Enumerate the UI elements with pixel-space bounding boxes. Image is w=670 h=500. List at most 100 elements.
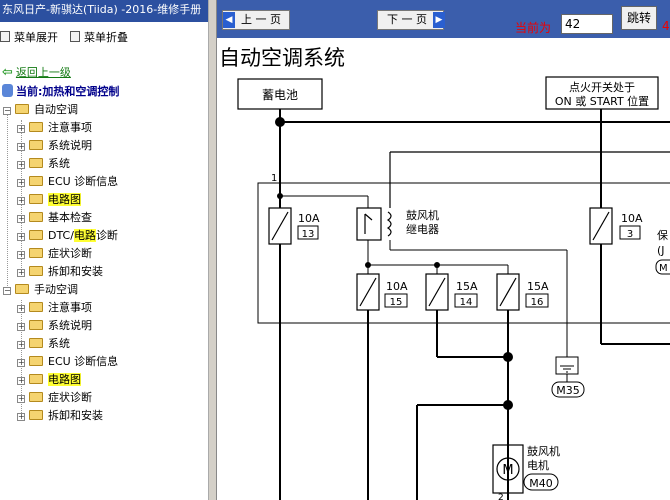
folder-icon xyxy=(29,338,43,348)
relay-label-line1: 鼓风机 xyxy=(406,208,439,222)
fuse-rating: 10A xyxy=(386,280,408,293)
tree-item[interactable]: + 系统 xyxy=(17,155,70,173)
prev-page-button[interactable]: ◀ 上 一 页 xyxy=(222,10,290,30)
expand-icon[interactable]: + xyxy=(17,197,25,205)
expand-icon[interactable]: + xyxy=(17,359,25,367)
page-label: 当前为 xyxy=(515,21,552,35)
tree-item[interactable]: + 基本检查 xyxy=(17,209,92,227)
expand-icon[interactable]: + xyxy=(17,413,25,421)
tree-item[interactable]: + 注意事项 xyxy=(17,119,92,137)
relay-coil xyxy=(386,211,392,237)
jump-button[interactable]: 跳转 xyxy=(621,6,657,30)
fuse-number: 15 xyxy=(390,297,403,308)
wire-label: 2 xyxy=(498,493,504,500)
folder-icon xyxy=(29,266,43,276)
tree-item[interactable]: + 系统说明 xyxy=(17,137,92,155)
tree-item[interactable]: + 症状诊断 xyxy=(17,389,92,407)
fuse-symbol xyxy=(271,211,289,241)
expand-icon[interactable]: + xyxy=(17,179,25,187)
prev-arrow-icon: ◀ xyxy=(223,12,235,28)
back-link[interactable]: ⇦ 返回上一级 xyxy=(2,66,71,80)
tree-item-wiring-diagram-active[interactable]: + 电路图 xyxy=(17,191,81,209)
next-page-button[interactable]: 下 一 页 ▶ xyxy=(377,10,445,30)
ignition-label-line1: 点火开关处于 xyxy=(569,80,635,94)
tree-item[interactable]: + 拆卸和安装 xyxy=(17,407,103,425)
tree-item[interactable]: + ECU 诊断信息 xyxy=(17,173,118,191)
menu-collapse-button[interactable]: 菜单折叠 xyxy=(70,30,128,46)
tree-item[interactable]: + 系统 xyxy=(17,335,70,353)
fuse-symbol xyxy=(359,277,377,307)
fuse-symbol xyxy=(499,277,517,307)
folder-icon xyxy=(29,140,43,150)
fuse-number: 16 xyxy=(531,297,544,308)
fuse-number: 13 xyxy=(302,229,315,240)
expand-icon[interactable]: + xyxy=(17,305,25,313)
menu-bar: 菜单展开 菜单折叠 xyxy=(0,30,208,46)
fuse-rating: 15A xyxy=(456,280,478,293)
relay-label-line2: 继电器 xyxy=(406,223,439,236)
folder-icon xyxy=(29,392,43,402)
folder-icon xyxy=(29,158,43,168)
folder-icon xyxy=(29,212,43,222)
fuse-rating: 10A xyxy=(298,212,320,225)
fuse-number: 14 xyxy=(460,297,473,308)
folder-icon xyxy=(29,356,43,366)
user-icon xyxy=(2,84,13,97)
folder-icon xyxy=(29,122,43,132)
tree-group-manual-ac[interactable]: − 手动空调 xyxy=(3,281,78,299)
expand-icon[interactable]: + xyxy=(17,233,25,241)
expand-icon[interactable]: + xyxy=(17,377,25,385)
menu-expand-icon xyxy=(0,31,10,42)
folder-icon xyxy=(29,230,43,240)
tree-item[interactable]: + 系统说明 xyxy=(17,317,92,335)
tree-item[interactable]: + ECU 诊断信息 xyxy=(17,353,118,371)
partial-label: 保 xyxy=(657,228,668,242)
ignition-label-line2: ON 或 START 位置 xyxy=(555,94,649,108)
fuse-rating: 15A xyxy=(527,280,549,293)
expand-icon[interactable]: + xyxy=(17,323,25,331)
fuse-number: 3 xyxy=(627,229,633,240)
tree-group-auto-ac[interactable]: − 自动空调 xyxy=(3,101,78,119)
expand-icon[interactable]: + xyxy=(17,161,25,169)
expand-icon[interactable]: + xyxy=(17,395,25,403)
tree-item[interactable]: + 注意事项 xyxy=(17,299,92,317)
motor-label-line1: 鼓风机 xyxy=(527,444,560,458)
folder-icon xyxy=(29,248,43,258)
folder-icon xyxy=(29,194,43,204)
menu-collapse-icon xyxy=(70,31,80,42)
collapse-icon[interactable]: − xyxy=(3,287,11,295)
tree-item[interactable]: + 拆卸和安装 xyxy=(17,263,103,281)
expand-icon[interactable]: + xyxy=(17,215,25,223)
motor-symbol: M xyxy=(502,463,513,478)
expand-icon[interactable]: + xyxy=(17,269,25,277)
relay-box xyxy=(356,207,382,241)
folder-open-icon xyxy=(15,284,29,294)
battery-label: 蓄电池 xyxy=(262,88,298,102)
folder-icon xyxy=(29,410,43,420)
motor-label-line2: 电机 xyxy=(527,458,549,472)
wire-label: 1 xyxy=(271,173,277,184)
folder-icon xyxy=(29,374,43,384)
tree-item[interactable]: + DTC/电路诊断 xyxy=(17,227,118,245)
menu-expand-button[interactable]: 菜单展开 xyxy=(0,30,58,46)
panel-splitter[interactable] xyxy=(208,0,217,500)
current-location: 当前:加热和空调控制 xyxy=(2,84,119,100)
motor-connector-label: M40 xyxy=(529,477,553,490)
collapse-icon[interactable]: − xyxy=(3,107,11,115)
page-number-input[interactable] xyxy=(561,14,613,34)
wiring-diagram: 蓄电池 点火开关处于 ON 或 START 位置 1 10A 13 鼓风机 继电… xyxy=(237,76,670,500)
folder-icon xyxy=(29,302,43,312)
fuse-symbol xyxy=(428,277,446,307)
splice-dot xyxy=(503,352,513,362)
expand-icon[interactable]: + xyxy=(17,125,25,133)
back-arrow-icon: ⇦ xyxy=(2,65,13,80)
expand-icon[interactable]: + xyxy=(17,341,25,349)
tree-line xyxy=(7,110,8,292)
page-count: 4 xyxy=(662,19,670,33)
partial-label: M xyxy=(659,263,668,274)
expand-icon[interactable]: + xyxy=(17,251,25,259)
tree-item[interactable]: + 电路图 xyxy=(17,371,81,389)
expand-icon[interactable]: + xyxy=(17,143,25,151)
relay-contact xyxy=(364,213,373,221)
tree-item[interactable]: + 症状诊断 xyxy=(17,245,92,263)
